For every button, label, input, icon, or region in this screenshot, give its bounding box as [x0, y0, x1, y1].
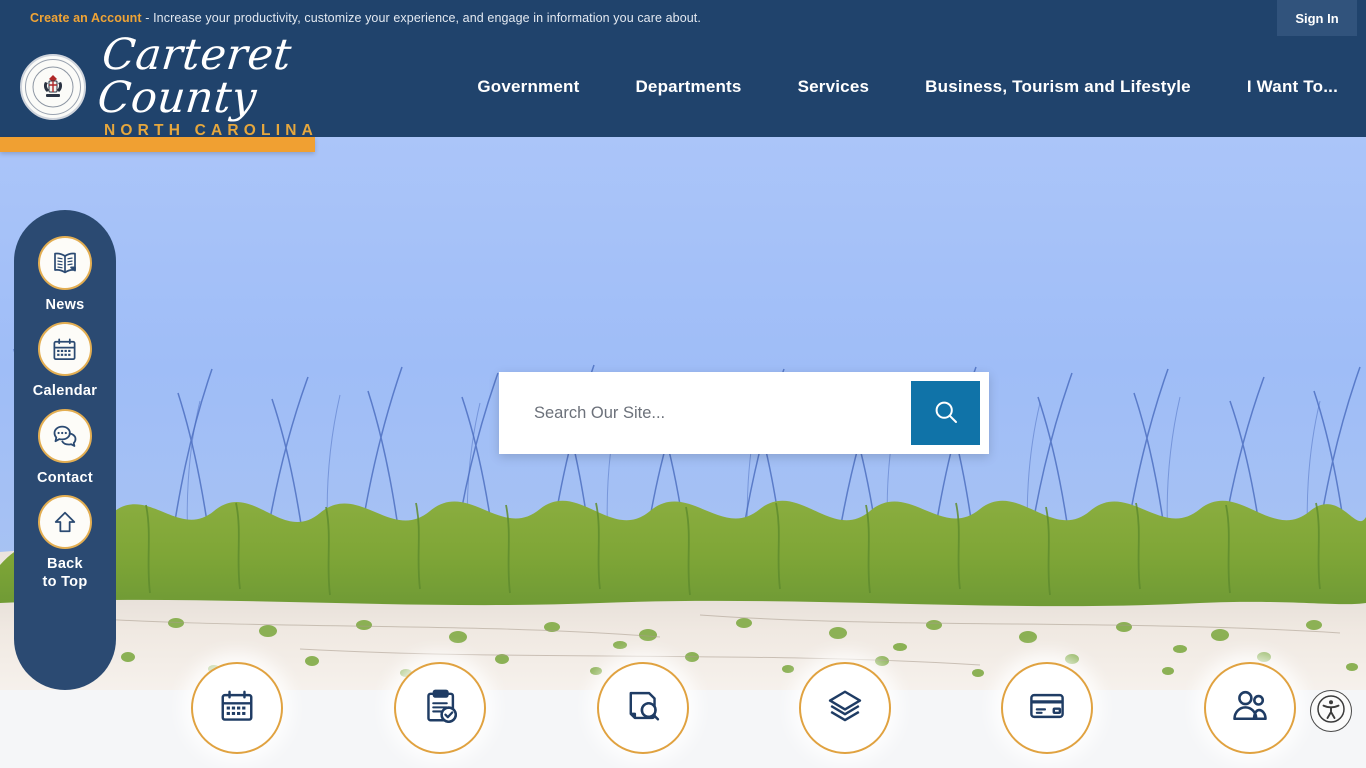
main-navigation: Government Departments Services Business… — [449, 36, 1366, 137]
sidebar-label-news: News — [45, 297, 85, 313]
clipboard-check-icon — [421, 687, 459, 730]
quicklink-records-search[interactable] — [597, 662, 689, 754]
quicklink-employment[interactable] — [1204, 662, 1296, 754]
news-icon — [38, 236, 92, 290]
county-seal-icon — [20, 53, 86, 120]
search-icon — [932, 398, 960, 429]
document-search-icon — [624, 687, 662, 730]
create-account-message: Create an Account - Increase your produc… — [0, 11, 701, 25]
sidebar-item-contact[interactable]: Contact — [36, 408, 94, 487]
create-account-description: - Increase your productivity, customize … — [141, 11, 701, 25]
credit-card-icon — [1028, 687, 1066, 730]
site-header: Carteret County NORTH CAROLINA Governmen… — [0, 30, 1366, 139]
search-input[interactable] — [508, 381, 911, 445]
sidebar-item-news[interactable]: News — [38, 236, 92, 314]
site-logo-link[interactable]: Carteret County NORTH CAROLINA — [0, 30, 405, 139]
quicklink-permits[interactable] — [394, 662, 486, 754]
calendar-icon — [37, 322, 92, 377]
arrow-up-icon — [38, 495, 92, 550]
quicklink-pay-online[interactable] — [1001, 662, 1093, 754]
people-icon — [1231, 687, 1269, 730]
sidebar-label-back-line2: to Top — [42, 573, 88, 590]
page-root: Create an Account - Increase your produc… — [0, 0, 1366, 768]
quicklink-gis-maps[interactable] — [799, 662, 891, 754]
sign-in-button[interactable]: Sign In — [1277, 0, 1357, 36]
quicklink-calendar[interactable] — [191, 662, 283, 754]
nav-departments[interactable]: Departments — [607, 77, 769, 97]
site-search-box — [499, 372, 989, 454]
sidebar-label-back-line1: Back — [47, 556, 83, 573]
search-submit-button[interactable] — [911, 381, 980, 445]
header-accent-bar — [0, 137, 315, 152]
nav-government[interactable]: Government — [449, 77, 607, 97]
sidebar-label-contact: Contact — [36, 469, 94, 486]
calendar-icon — [218, 687, 256, 730]
layers-icon — [826, 687, 864, 730]
nav-i-want-to[interactable]: I Want To... — [1219, 77, 1366, 97]
accessibility-icon — [1316, 694, 1346, 729]
quick-links-row — [0, 662, 1366, 768]
accessibility-widget-button[interactable] — [1310, 690, 1352, 732]
sidebar-label-back-to-top: Back to Top — [42, 556, 87, 591]
logo-county-name: Carteret County — [95, 30, 295, 124]
create-account-link[interactable]: Create an Account — [30, 11, 142, 25]
sticky-side-widget: News Calendar Contact Back to Top — [14, 210, 116, 690]
sidebar-label-calendar: Calendar — [32, 383, 98, 400]
nav-services[interactable]: Services — [770, 77, 898, 97]
nav-business-tourism-lifestyle[interactable]: Business, Tourism and Lifestyle — [897, 77, 1219, 97]
chat-bubbles-icon — [37, 408, 92, 463]
logo-text-block: Carteret County NORTH CAROLINA — [95, 30, 405, 139]
sidebar-item-back-to-top[interactable]: Back to Top — [38, 495, 92, 591]
sidebar-item-calendar[interactable]: Calendar — [33, 322, 97, 400]
